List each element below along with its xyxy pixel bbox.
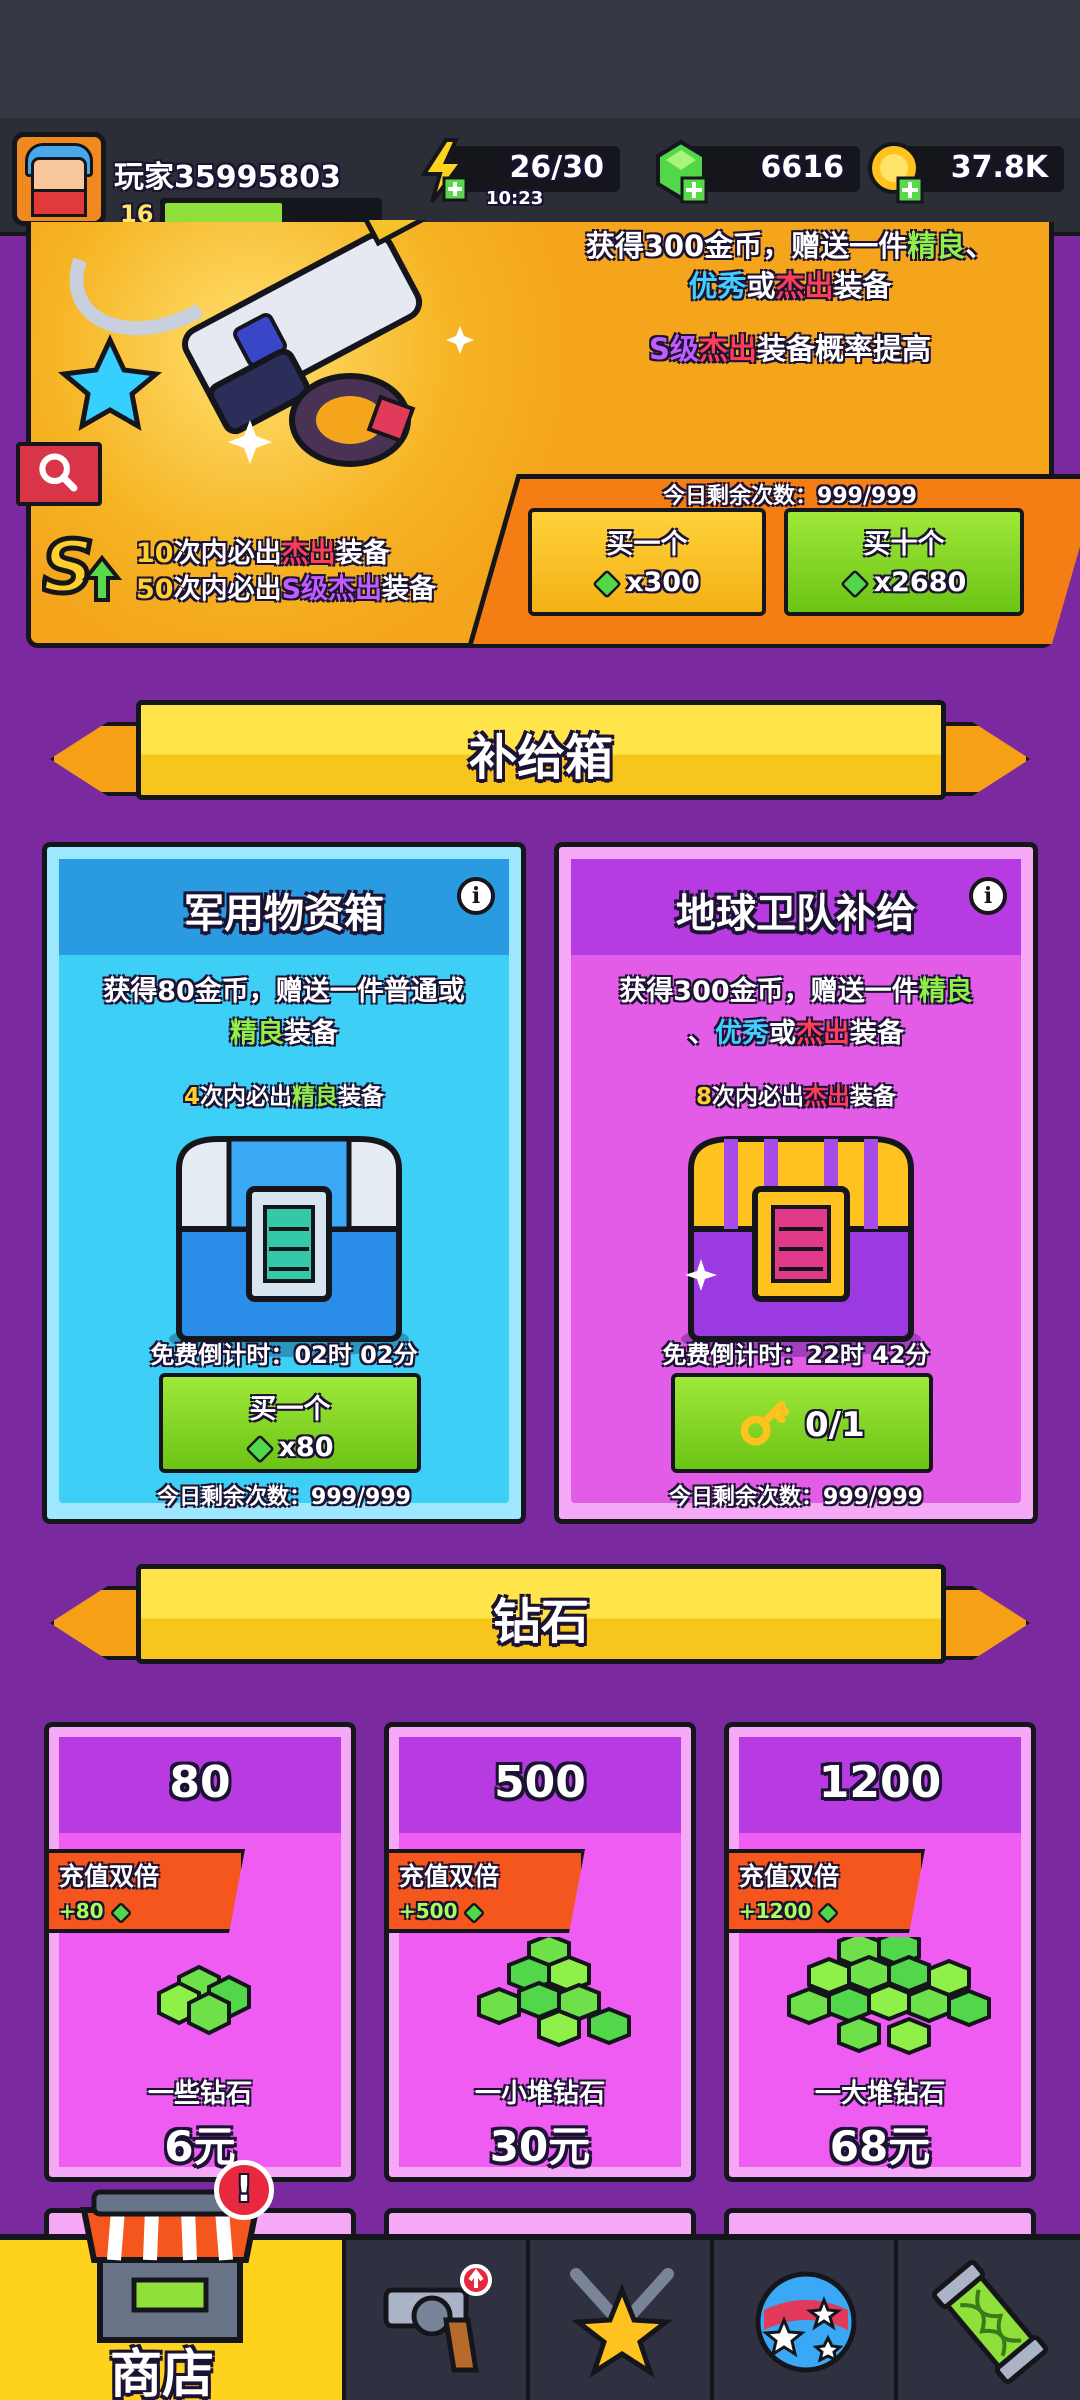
key-count: 0/1 [805, 1405, 865, 1445]
crossed-swords-star-icon [570, 2268, 674, 2378]
gem-value: 6616 [760, 150, 845, 185]
double-bonus-tag: 充值双倍 +80 [45, 1849, 245, 1933]
double-bonus-tag: 充值双倍 +1200 [725, 1849, 925, 1933]
gem-pack-price: 30元 [489, 2122, 591, 2171]
banner-pity-info: 10次内必出杰出装备 50次内必出S级杰出装备 [136, 538, 437, 605]
military-remaining-count: 今日剩余次数：999/999 [157, 1485, 411, 1510]
military-buy-button[interactable]: 买一个 x80 [159, 1373, 421, 1473]
shop-alert-badge: ! [214, 2160, 274, 2220]
card-title: 地球卫队补给 [676, 891, 916, 937]
gem-pack-card[interactable]: 500 充值双倍 +500 一小堆钻石 30元 [384, 1722, 696, 2182]
buy-ten-label: 买十个 [863, 529, 945, 560]
gem-icon [109, 1901, 132, 1924]
status-bar-area [0, 0, 1080, 118]
player-avatar[interactable] [12, 132, 106, 226]
gem-pack-price: 6元 [164, 2122, 236, 2171]
gem-pack-amount: 500 [494, 1757, 586, 1808]
svg-text:S: S [42, 528, 94, 608]
gem-icon [244, 1433, 275, 1464]
energy-value: 26/30 [509, 150, 604, 185]
card-title: 军用物资箱 [184, 891, 384, 937]
coin-value: 37.8K [950, 150, 1048, 185]
buy-one-label: 买一个 [606, 529, 688, 560]
gem-pack-name: 一小堆钻石 [474, 2079, 605, 2109]
banner-remaining-count: 今日剩余次数：999/999 [663, 484, 917, 509]
search-button[interactable] [16, 442, 102, 506]
revolver-upgrade-icon [383, 2264, 492, 2373]
gem-section-title: 钻石 [492, 1594, 589, 1650]
banner-description: 获得300金币，赠送一件精良、 优秀或杰出装备 [585, 229, 995, 303]
free-countdown: 免费倒计时：02时 02分 [150, 1341, 418, 1369]
military-buy-label: 买一个 [249, 1394, 331, 1425]
gem-pack-amount: 80 [169, 1757, 231, 1808]
gem-pack-card[interactable]: 80 充值双倍 +80 一些钻石 6元 [44, 1722, 356, 2182]
supply-section-title: 补给箱 [468, 730, 613, 786]
gem-counter[interactable]: 6616 [684, 146, 860, 192]
planet-stars-icon [755, 2271, 857, 2373]
buy-one-cost: x300 [532, 567, 762, 599]
gem-section-header: 钻石 [40, 1564, 1040, 1684]
gem-pack-name: 一些钻石 [147, 2079, 252, 2109]
dna-capsule-icon [931, 2260, 1049, 2384]
key-icon [740, 1400, 790, 1446]
gem-pile-large-icon [787, 1937, 991, 2056]
gem-pile-medium-icon [477, 1937, 631, 2048]
gem-pack-card[interactable]: 1200 充值双倍 +1200 一大堆钻石 68元 [724, 1722, 1036, 2182]
double-bonus-tag: 充值双倍 +500 [385, 1849, 585, 1933]
earth-key-button[interactable]: 0/1 [671, 1373, 933, 1473]
military-supply-card[interactable]: 军用物资箱 i 获得80金币，赠送一件普通或 精良装备 4次内必出精良装备 免费倒… [42, 842, 526, 1524]
buy-one-button[interactable]: 买一个 x300 [528, 508, 766, 616]
gem-pack-name: 一大堆钻石 [814, 2079, 945, 2109]
supply-section-header: 补给箱 [40, 700, 1040, 820]
info-icon[interactable]: i [457, 877, 495, 915]
info-icon[interactable]: i [969, 877, 1007, 915]
player-name: 玩家35995803 [114, 160, 341, 195]
search-icon [39, 453, 78, 492]
energy-plus-icon[interactable] [418, 138, 468, 204]
nav-tab-shop[interactable]: ! 商店 [0, 2160, 346, 2400]
gem-icon [463, 1901, 486, 1924]
energy-counter[interactable]: 26/30 [450, 146, 620, 192]
card-description: 获得80金币，赠送一件普通或 精良装备 [103, 976, 465, 1049]
buy-ten-button[interactable]: 买十个 x2680 [784, 508, 1024, 616]
s-grade-up-icon: S [42, 528, 122, 608]
gem-plus-icon[interactable] [652, 138, 710, 204]
nav-tab-battle[interactable] [530, 2240, 714, 2400]
gold-purple-chest-icon [681, 1136, 921, 1357]
equipment-art [57, 220, 474, 467]
gem-icon [592, 568, 622, 599]
nav-tab-planet[interactable] [714, 2240, 898, 2400]
card-description: 获得300金币，赠送一件精良 、优秀或杰出装备 [619, 976, 973, 1049]
earth-defense-supply-card[interactable]: 地球卫队补给 i 获得300金币，赠送一件精良 、优秀或杰出装备 8次内必出杰出装… [554, 842, 1038, 1524]
gem-icon [817, 1901, 840, 1924]
earth-remaining-count: 今日剩余次数：999/999 [669, 1485, 923, 1510]
nav-tab-weapons[interactable] [346, 2240, 530, 2400]
card-pity: 8次内必出杰出装备 [695, 1084, 896, 1110]
blue-chest-icon [169, 1136, 409, 1357]
military-buy-cost: x80 [163, 1432, 417, 1464]
gem-pack-amount: 1200 [818, 1757, 942, 1808]
energy-timer: 10:23 [486, 188, 544, 209]
gem-icon [840, 568, 870, 599]
free-countdown: 免费倒计时：22时 42分 [662, 1341, 930, 1369]
shop-tab-label: 商店 [110, 2345, 215, 2400]
gem-pile-small-icon [157, 1964, 251, 2036]
coin-plus-icon[interactable] [866, 140, 926, 204]
card-pity: 4次内必出精良装备 [183, 1084, 384, 1110]
banner-probability-note: S级杰出装备概率提高 [649, 332, 931, 366]
buy-ten-cost: x2680 [788, 567, 1020, 599]
nav-tab-dna[interactable] [898, 2240, 1080, 2400]
gem-pack-price: 68元 [829, 2122, 931, 2171]
bottom-navigation: ! 商店 [0, 2160, 1080, 2400]
